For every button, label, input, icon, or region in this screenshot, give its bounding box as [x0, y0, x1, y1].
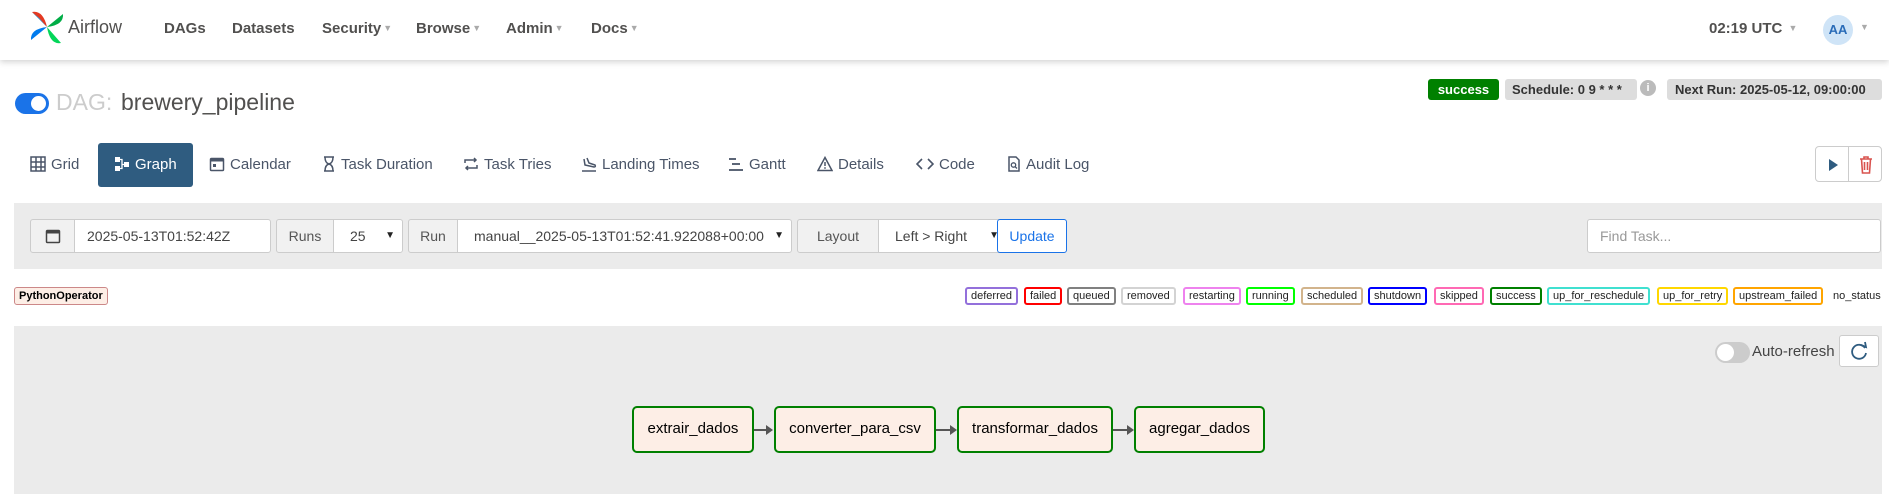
arrow-head-icon [1127, 425, 1134, 435]
tab-code[interactable]: Code [915, 143, 975, 187]
tab-grid[interactable]: Grid [30, 143, 79, 187]
layout-select-value: Left > Right [895, 228, 967, 244]
auto-refresh-toggle[interactable] [1715, 342, 1750, 363]
utc-clock[interactable]: 02:19 UTC ▼ [1709, 20, 1797, 37]
state-legend-upstream-failed[interactable]: upstream_failed [1733, 287, 1824, 305]
top-navbar: Airflow DAGs Datasets Security ▼ Browse ▼ … [0, 0, 1889, 60]
tab-gantt[interactable]: Gantt [728, 143, 786, 187]
run-select-value: manual__2025-05-13T01:52:41.922088+00:00 [474, 228, 764, 244]
nav-dags[interactable]: DAGs [164, 20, 206, 37]
nav-datasets[interactable]: Datasets [232, 20, 295, 37]
arrow-head-icon [766, 425, 773, 435]
schedule-badge: Schedule: 0 9 * * * [1505, 79, 1637, 100]
nav-browse[interactable]: Browse ▼ [416, 20, 481, 37]
refresh-button[interactable] [1839, 335, 1879, 367]
graph-edge [753, 429, 766, 431]
run-select[interactable]: manual__2025-05-13T01:52:41.922088+00:00… [457, 219, 792, 253]
date-picker-button[interactable] [30, 219, 75, 253]
airflow-logo-icon[interactable] [29, 8, 65, 46]
dag-label: DAG: [56, 89, 113, 115]
gantt-icon [729, 158, 743, 171]
task-node-transformar-dados[interactable]: transformar_dados [957, 406, 1113, 453]
refresh-icon [1851, 341, 1868, 360]
calendar-icon [209, 157, 225, 172]
tab-landing-times[interactable]: Landing Times [581, 143, 700, 187]
runs-label: Runs [276, 219, 334, 253]
graph-edge [1112, 429, 1127, 431]
graph-icon [115, 157, 129, 171]
layout-label: Layout [797, 219, 879, 253]
state-legend-deferred[interactable]: deferred [965, 287, 1018, 305]
auto-refresh-label: Auto-refresh [1752, 343, 1835, 360]
dag-name: brewery_pipeline [121, 89, 295, 115]
filter-bar: 2025-05-13T01:52:42Z Runs 25 ▼ Run manual… [14, 203, 1882, 269]
state-legend-shutdown[interactable]: shutdown [1368, 287, 1428, 305]
chevron-down-icon: ▼ [1788, 23, 1798, 33]
chevron-down-icon: ▼ [629, 23, 639, 33]
update-button[interactable]: Update [997, 219, 1067, 253]
chevron-down-icon: ▼ [774, 230, 784, 241]
play-icon [1829, 159, 1838, 171]
run-label: Run [408, 219, 458, 253]
grid-icon [30, 156, 46, 172]
state-legend-queued[interactable]: queued [1067, 287, 1116, 305]
landing-icon [582, 157, 597, 172]
state-legend-restarting[interactable]: restarting [1183, 287, 1241, 305]
nav-docs[interactable]: Docs ▼ [591, 20, 639, 37]
next-run-badge: Next Run: 2025-05-12, 09:00:00 [1667, 79, 1882, 100]
runs-select[interactable]: 25 ▼ [333, 219, 403, 253]
dag-pause-toggle[interactable] [15, 93, 49, 114]
hourglass-icon [324, 156, 334, 172]
operator-legend-python[interactable]: PythonOperator [14, 287, 108, 305]
task-node-agregar-dados[interactable]: agregar_dados [1134, 406, 1265, 453]
state-legend-success[interactable]: success [1490, 287, 1542, 305]
chevron-down-icon: ▼ [472, 23, 482, 33]
chevron-down-icon: ▼ [383, 23, 393, 33]
code-icon [915, 158, 935, 170]
warning-triangle-icon [816, 155, 834, 172]
tab-graph[interactable]: Graph [98, 143, 193, 187]
tab-calendar[interactable]: Calendar [209, 143, 291, 187]
chevron-down-icon[interactable]: ▼ [1860, 22, 1869, 32]
delete-dag-button[interactable] [1848, 146, 1882, 182]
state-legend-failed[interactable]: failed [1024, 287, 1063, 305]
runs-select-value: 25 [350, 228, 366, 244]
state-legend-running[interactable]: running [1246, 287, 1295, 305]
brand-name[interactable]: Airflow [68, 17, 122, 38]
find-task-input[interactable]: Find Task... [1587, 219, 1881, 253]
state-legend-no-status[interactable]: no_status [1829, 287, 1885, 305]
calendar-icon [45, 229, 60, 244]
nav-security[interactable]: Security ▼ [322, 20, 392, 37]
user-avatar[interactable]: AA [1823, 15, 1853, 45]
trash-icon [1860, 156, 1872, 174]
layout-select[interactable]: Left > Right ▼ [878, 219, 1007, 253]
document-icon [1008, 156, 1020, 172]
dag-status-badge: success [1428, 79, 1499, 100]
task-node-converter-para-csv[interactable]: converter_para_csv [774, 406, 936, 453]
arrow-head-icon [950, 425, 957, 435]
tab-task-tries[interactable]: Task Tries [463, 143, 552, 187]
task-node-extrair-dados[interactable]: extrair_dados [632, 406, 754, 453]
state-legend-up-for-reschedule[interactable]: up_for_reschedule [1547, 287, 1651, 305]
retry-icon [464, 157, 478, 171]
tab-task-duration[interactable]: Task Duration [322, 143, 433, 187]
tab-audit-log[interactable]: Audit Log [1007, 143, 1089, 187]
base-date-input[interactable]: 2025-05-13T01:52:42Z [74, 219, 271, 253]
nav-admin[interactable]: Admin ▼ [506, 20, 564, 37]
chevron-down-icon: ▼ [385, 230, 395, 241]
state-legend-skipped[interactable]: skipped [1434, 287, 1484, 305]
state-legend-scheduled[interactable]: scheduled [1301, 287, 1364, 305]
trigger-dag-button[interactable] [1815, 146, 1849, 182]
graph-edge [935, 429, 950, 431]
graph-canvas[interactable] [14, 326, 1882, 494]
chevron-down-icon: ▼ [554, 23, 564, 33]
state-legend-removed[interactable]: removed [1121, 287, 1176, 305]
state-legend-up-for-retry[interactable]: up_for_retry [1657, 287, 1729, 305]
tab-details[interactable]: Details [816, 143, 884, 187]
info-icon[interactable]: i [1640, 80, 1656, 96]
